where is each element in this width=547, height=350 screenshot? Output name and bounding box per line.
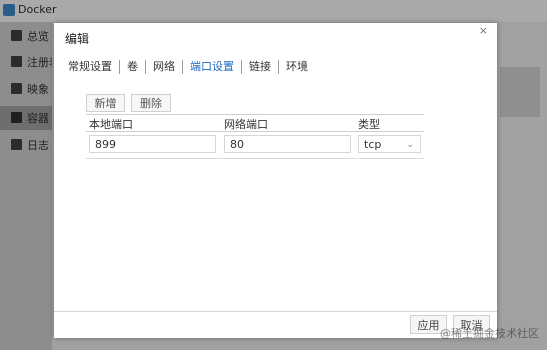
sidebar-item-label: 日志 (27, 139, 49, 152)
column-header-local-port: 本地端口 (89, 118, 133, 131)
tab-environment[interactable]: 环境 (279, 60, 315, 74)
tab-network[interactable]: 网络 (146, 60, 183, 74)
image-icon (11, 83, 22, 94)
app-title: Docker (18, 3, 57, 16)
sidebar: 总览 注册表 映象 容器 日志 (0, 22, 60, 350)
delete-button[interactable]: 删除 (131, 94, 171, 112)
footer-divider (54, 311, 497, 312)
add-button[interactable]: 新增 (86, 94, 125, 112)
sidebar-item-overview[interactable]: 总览 (0, 24, 52, 48)
column-header-type: 类型 (358, 118, 380, 131)
sidebar-item-registry[interactable]: 注册表 (0, 50, 60, 74)
container-port-input[interactable]: 80 (224, 135, 351, 153)
column-header-container-port: 网络端口 (224, 118, 268, 131)
container-icon (11, 112, 22, 123)
edit-dialog: × 编辑 常规设置 卷 网络 端口设置 链接 环境 新增 删除 本地端口 网络端… (54, 23, 497, 338)
protocol-select[interactable]: tcp ⌄ (358, 135, 421, 153)
chevron-down-icon: ⌄ (406, 140, 414, 150)
log-icon (11, 139, 22, 150)
monitor-icon (11, 30, 22, 41)
sidebar-item-label: 容器 (27, 112, 49, 125)
table-row: 899 80 tcp ⌄ (86, 132, 424, 159)
table-header: 本地端口 网络端口 类型 (86, 114, 424, 132)
app-titlebar: Docker (0, 0, 547, 22)
sidebar-item-label: 映象 (27, 83, 49, 96)
background-panel (500, 67, 540, 117)
dialog-tabs: 常规设置 卷 网络 端口设置 链接 环境 (61, 59, 315, 75)
watermark: @稀土掘金技术社区 (440, 327, 539, 340)
tab-volume[interactable]: 卷 (120, 60, 146, 74)
docker-logo-icon (3, 4, 15, 16)
tab-port-settings[interactable]: 端口设置 (183, 60, 242, 74)
tab-links[interactable]: 链接 (242, 60, 279, 74)
sidebar-item-label: 总览 (27, 30, 49, 43)
protocol-select-value: tcp (364, 138, 382, 151)
close-icon[interactable]: × (479, 24, 488, 37)
local-port-input[interactable]: 899 (89, 135, 216, 153)
tab-general-settings[interactable]: 常规设置 (61, 60, 120, 74)
registry-icon (11, 56, 22, 67)
sidebar-item-log[interactable]: 日志 (0, 133, 52, 157)
sidebar-item-container[interactable]: 容器 (0, 106, 52, 130)
sidebar-item-image[interactable]: 映象 (0, 77, 52, 101)
dialog-title: 编辑 (65, 32, 90, 46)
